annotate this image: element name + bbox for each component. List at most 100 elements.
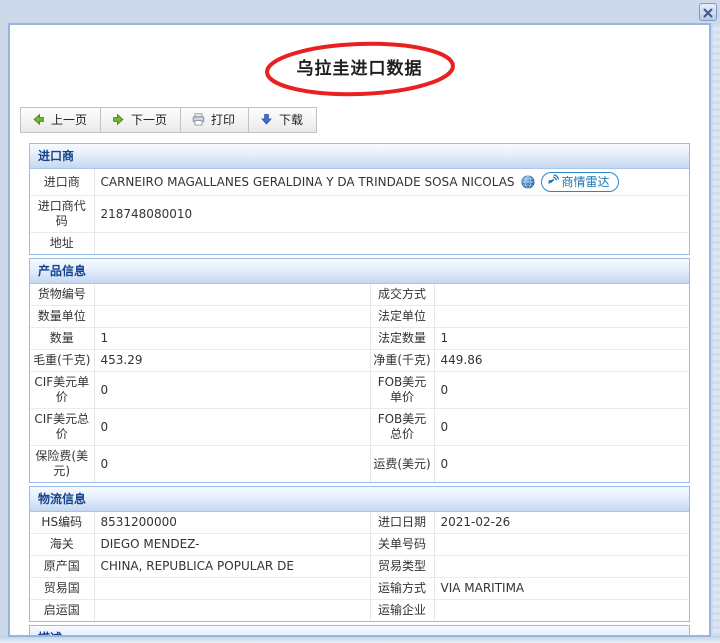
fob-total-price-value: 0: [434, 409, 689, 446]
qty-unit-label: 数量单位: [30, 306, 94, 328]
legal-unit-value: [434, 306, 689, 328]
declaration-no-label: 关单号码: [370, 534, 434, 556]
freight-fee-value: 0: [434, 446, 689, 483]
origin-country-label: 原产国: [30, 556, 94, 578]
table-row: 货物编号 成交方式: [30, 284, 689, 306]
cargo-no-value: [94, 284, 370, 306]
table-row: 海关 DIEGO MENDEZ- 关单号码: [30, 534, 689, 556]
trade-country-label: 贸易国: [30, 578, 94, 600]
next-page-button[interactable]: 下一页: [100, 107, 181, 133]
business-radar-badge[interactable]: 商情雷达: [541, 172, 619, 192]
qty-label: 数量: [30, 328, 94, 350]
import-date-label: 进口日期: [370, 512, 434, 534]
import-record-dialog: 乌拉圭进口数据 上一页 下一页 打印: [8, 23, 711, 637]
insurance-fee-value: 0: [94, 446, 370, 483]
table-row: HS编码 8531200000 进口日期 2021-02-26: [30, 512, 689, 534]
qty-value: 1: [94, 328, 370, 350]
prev-page-label: 上一页: [51, 111, 87, 128]
address-label: 地址: [30, 233, 94, 255]
table-row: 保险费(美元) 0 运费(美元) 0: [30, 446, 689, 483]
fob-unit-price-label: FOB美元单价: [370, 372, 434, 409]
importer-code-label: 进口商代码: [30, 196, 94, 233]
cargo-no-label: 货物编号: [30, 284, 94, 306]
page-title: 乌拉圭进口数据: [297, 59, 423, 79]
cif-unit-price-value: 0: [94, 372, 370, 409]
window-bottom-edge: [0, 636, 720, 643]
globe-icon[interactable]: [521, 175, 535, 189]
hs-code-value: 8531200000: [94, 512, 370, 534]
cif-total-price-label: CIF美元总价: [30, 409, 94, 446]
customs-value: DIEGO MENDEZ-: [94, 534, 370, 556]
declaration-no-value: [434, 534, 689, 556]
close-button[interactable]: [699, 3, 717, 21]
transport-company-label: 运输企业: [370, 600, 434, 622]
transport-company-value: [434, 600, 689, 622]
window-right-edge: [713, 24, 720, 636]
deal-mode-label: 成交方式: [370, 284, 434, 306]
prev-page-button[interactable]: 上一页: [20, 107, 101, 133]
importer-code-value: 218748080010: [94, 196, 689, 233]
insurance-fee-label: 保险费(美元): [30, 446, 94, 483]
logistics-table: HS编码 8531200000 进口日期 2021-02-26 海关 DIEGO…: [30, 512, 689, 621]
trade-country-value: [94, 578, 370, 600]
importer-name-value: CARNEIRO MAGALLANES GERALDINA Y DA TRIND…: [101, 175, 515, 190]
print-label: 打印: [211, 111, 235, 128]
table-row: 贸易国 运输方式 VIA MARITIMA: [30, 578, 689, 600]
download-button[interactable]: 下载: [248, 107, 317, 133]
next-page-label: 下一页: [131, 111, 167, 128]
trade-type-value: [434, 556, 689, 578]
table-row: 毛重(千克) 453.29 净重(千克) 449.86: [30, 350, 689, 372]
table-row: CIF美元单价 0 FOB美元单价 0: [30, 372, 689, 409]
gross-weight-value: 453.29: [94, 350, 370, 372]
table-row: 数量 1 法定数量 1: [30, 328, 689, 350]
cif-unit-price-label: CIF美元单价: [30, 372, 94, 409]
fob-total-price-label: FOB美元总价: [370, 409, 434, 446]
printer-icon: [192, 113, 205, 126]
download-label: 下载: [279, 111, 303, 128]
departure-country-label: 启运国: [30, 600, 94, 622]
origin-country-value: CHINA, REPUBLICA POPULAR DE: [94, 556, 370, 578]
hs-code-label: HS编码: [30, 512, 94, 534]
fob-unit-price-value: 0: [434, 372, 689, 409]
section-description-header: 描述: [30, 626, 689, 637]
section-product: 产品信息 货物编号 成交方式 数量单位 法定单位 数量 1 法定数量: [29, 258, 690, 483]
transport-mode-value: VIA MARITIMA: [434, 578, 689, 600]
business-radar-label: 商情雷达: [562, 175, 610, 190]
net-weight-value: 449.86: [434, 350, 689, 372]
qty-unit-value: [94, 306, 370, 328]
address-value: [94, 233, 689, 255]
toolbar: 上一页 下一页 打印 下载: [20, 107, 317, 133]
table-row: 进口商 CARNEIRO MAGALLANES GERALDINA Y DA T…: [30, 169, 689, 196]
table-row: 原产国 CHINA, REPUBLICA POPULAR DE 贸易类型: [30, 556, 689, 578]
radar-icon: [547, 174, 559, 190]
departure-country-value: [94, 600, 370, 622]
section-logistics-header: 物流信息: [30, 487, 689, 512]
gross-weight-label: 毛重(千克): [30, 350, 94, 372]
legal-unit-label: 法定单位: [370, 306, 434, 328]
net-weight-label: 净重(千克): [370, 350, 434, 372]
table-row: CIF美元总价 0 FOB美元总价 0: [30, 409, 689, 446]
cif-total-price-value: 0: [94, 409, 370, 446]
legal-qty-label: 法定数量: [370, 328, 434, 350]
print-button[interactable]: 打印: [180, 107, 249, 133]
import-date-value: 2021-02-26: [434, 512, 689, 534]
deal-mode-value: [434, 284, 689, 306]
trade-type-label: 贸易类型: [370, 556, 434, 578]
section-importer-header: 进口商: [30, 144, 689, 169]
table-row: 地址: [30, 233, 689, 255]
green-left-arrow-icon: [32, 113, 45, 126]
section-product-header: 产品信息: [30, 259, 689, 284]
table-row: 数量单位 法定单位: [30, 306, 689, 328]
table-row: 启运国 运输企业: [30, 600, 689, 622]
section-logistics: 物流信息 HS编码 8531200000 进口日期 2021-02-26 海关 …: [29, 486, 690, 622]
table-row: 进口商代码 218748080010: [30, 196, 689, 233]
legal-qty-value: 1: [434, 328, 689, 350]
importer-name-label: 进口商: [30, 169, 94, 196]
green-right-arrow-icon: [112, 113, 125, 126]
blue-down-arrow-icon: [260, 113, 273, 126]
product-table: 货物编号 成交方式 数量单位 法定单位 数量 1 法定数量 1: [30, 284, 689, 482]
importer-table: 进口商 CARNEIRO MAGALLANES GERALDINA Y DA T…: [30, 169, 689, 254]
section-importer: 进口商 进口商 CARNEIRO MAGALLANES GERALDINA Y …: [29, 143, 690, 255]
customs-label: 海关: [30, 534, 94, 556]
freight-fee-label: 运费(美元): [370, 446, 434, 483]
